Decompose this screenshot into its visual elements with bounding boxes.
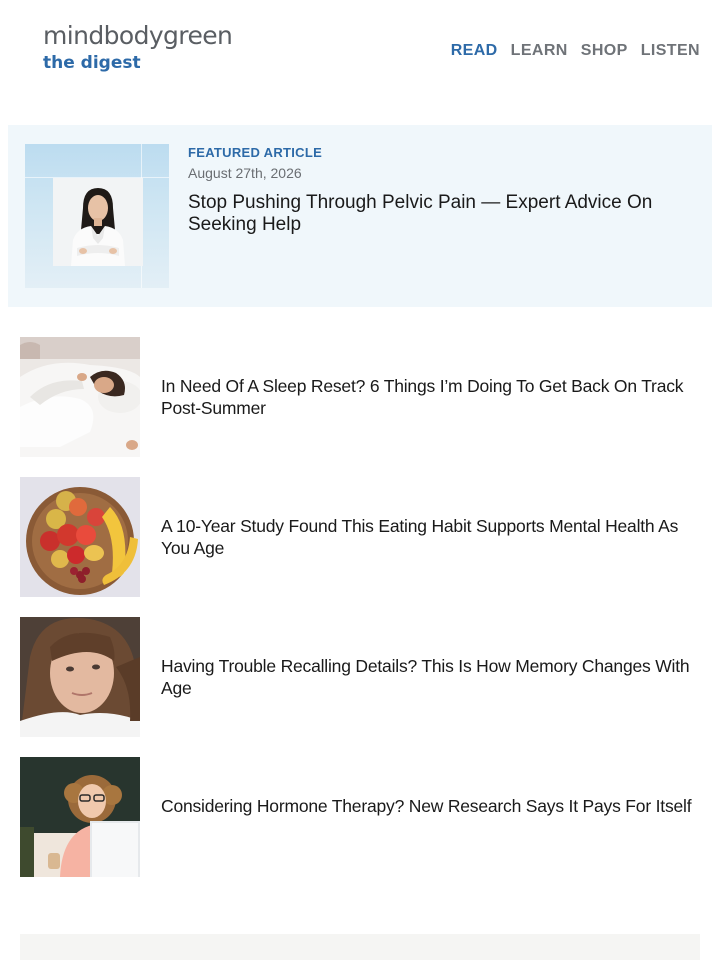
article-item[interactable]: Considering Hormone Therapy? New Researc… bbox=[20, 757, 700, 877]
header: mindbodygreen the digest READ LEARN SHOP… bbox=[0, 0, 720, 100]
featured-label: FEATURED ARTICLE bbox=[188, 145, 323, 160]
image-frame bbox=[53, 178, 143, 266]
doctor-portrait-illustration bbox=[53, 178, 143, 266]
nav-learn[interactable]: LEARN bbox=[511, 42, 568, 60]
nav-shop[interactable]: SHOP bbox=[581, 42, 628, 60]
logo-subtitle: the digest bbox=[43, 53, 141, 73]
logo[interactable]: mindbodygreen the digest bbox=[43, 20, 233, 74]
featured-image[interactable] bbox=[25, 144, 169, 288]
fruit-bowl-thumbnail[interactable] bbox=[20, 477, 140, 597]
featured-article[interactable]: FEATURED ARTICLE August 27th, 2026 Stop … bbox=[8, 125, 712, 307]
nav-read[interactable]: READ bbox=[451, 42, 498, 60]
article-title[interactable]: A 10-Year Study Found This Eating Habit … bbox=[161, 515, 701, 559]
woman-laptop-thumbnail[interactable] bbox=[20, 757, 140, 877]
featured-title-link[interactable]: Stop Pushing Through Pelvic Pain — Exper… bbox=[188, 192, 678, 236]
woman-portrait-thumbnail[interactable] bbox=[20, 617, 140, 737]
article-item[interactable]: In Need Of A Sleep Reset? 6 Things I’m D… bbox=[20, 337, 700, 457]
woman-laptop-image bbox=[20, 757, 140, 877]
article-title[interactable]: In Need Of A Sleep Reset? 6 Things I’m D… bbox=[161, 375, 701, 419]
sleeping-woman-thumbnail[interactable] bbox=[20, 337, 140, 457]
featured-date: August 27th, 2026 bbox=[188, 165, 302, 181]
featured-text: FEATURED ARTICLE August 27th, 2026 Stop … bbox=[188, 145, 678, 236]
fruit-bowl-image bbox=[20, 477, 140, 597]
nav-listen[interactable]: LISTEN bbox=[641, 42, 700, 60]
article-title[interactable]: Having Trouble Recalling Details? This I… bbox=[161, 655, 701, 699]
logo-wordmark: mindbodygreen bbox=[43, 21, 233, 50]
article-title[interactable]: Considering Hormone Therapy? New Researc… bbox=[161, 795, 701, 817]
main-nav: READ LEARN SHOP LISTEN bbox=[451, 42, 700, 60]
article-item[interactable]: Having Trouble Recalling Details? This I… bbox=[20, 617, 700, 737]
sleeping-woman-image bbox=[20, 337, 140, 457]
woman-portrait-image bbox=[20, 617, 140, 737]
article-item[interactable]: A 10-Year Study Found This Eating Habit … bbox=[20, 477, 700, 597]
footer-section bbox=[20, 934, 700, 960]
